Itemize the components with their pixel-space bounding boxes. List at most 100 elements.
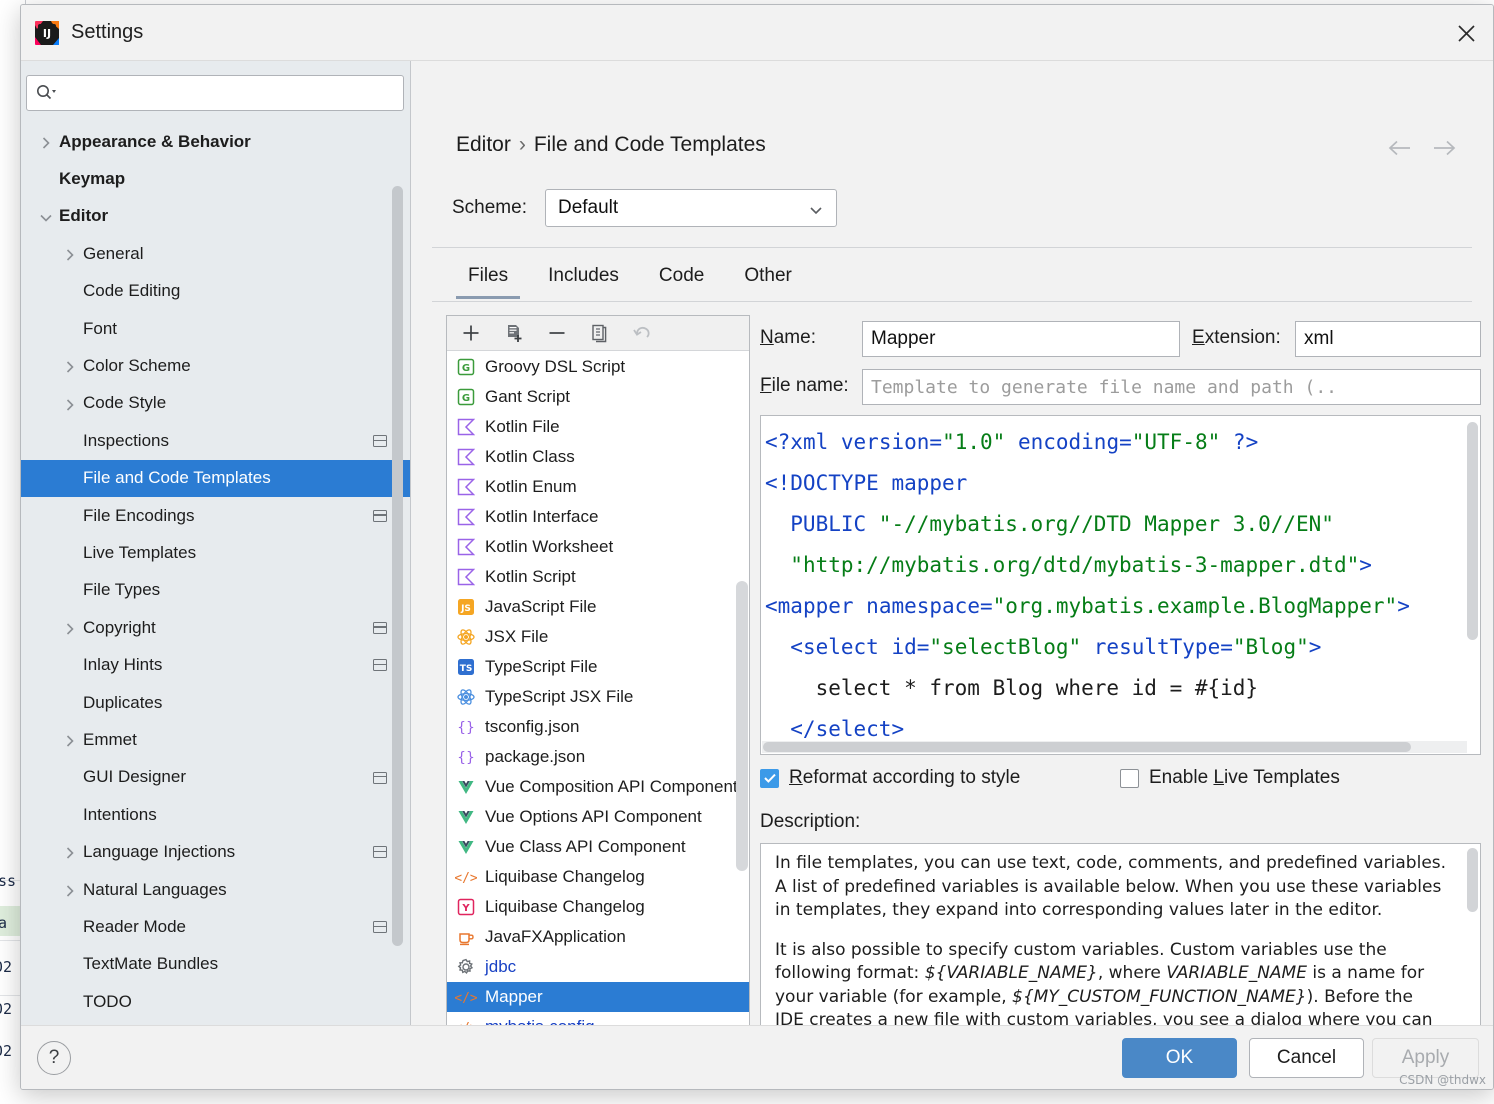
template-list-item[interactable]: Kotlin Class xyxy=(447,442,749,472)
template-list-item[interactable]: Kotlin File xyxy=(447,412,749,442)
chevron-right-icon[interactable] xyxy=(63,883,77,897)
template-list-item[interactable]: JSX File xyxy=(447,622,749,652)
project-scope-icon xyxy=(372,771,387,784)
sidebar-item-intentions[interactable]: Intentions xyxy=(21,796,410,833)
tab-code[interactable]: Code xyxy=(639,257,724,299)
sidebar-item-label: General xyxy=(83,243,144,263)
sidebar-item-file-types[interactable]: File Types xyxy=(21,572,410,609)
sidebar-item-file-encodings[interactable]: File Encodings xyxy=(21,497,410,534)
sidebar-item-natural-languages[interactable]: Natural Languages xyxy=(21,871,410,908)
description-scrollbar[interactable] xyxy=(1467,848,1478,912)
duplicate-icon[interactable] xyxy=(588,321,612,345)
sidebar-item-reader-mode[interactable]: Reader Mode xyxy=(21,908,410,945)
chevron-right-icon[interactable] xyxy=(39,135,53,149)
chevron-right-icon[interactable] xyxy=(63,397,77,411)
code-vertical-scrollbar[interactable] xyxy=(1467,422,1478,640)
remove-template-button[interactable] xyxy=(545,321,569,345)
chevron-right-icon[interactable] xyxy=(63,359,77,373)
template-list-item[interactable]: Y Liquibase Changelog xyxy=(447,892,749,922)
sidebar-scrollbar[interactable] xyxy=(392,186,403,946)
code-token: <? xyxy=(765,430,791,454)
code-horizontal-scrollbar[interactable] xyxy=(763,742,1411,752)
sidebar-item-code-style[interactable]: Code Style xyxy=(21,385,410,422)
template-list-item[interactable]: JS JavaScript File xyxy=(447,592,749,622)
sidebar-item-code-editing[interactable]: Code Editing xyxy=(21,273,410,310)
template-list-item[interactable]: jdbc xyxy=(447,952,749,982)
reformat-checkbox[interactable]: Reformat according to style xyxy=(760,767,1020,789)
create-child-template-button[interactable] xyxy=(502,321,526,345)
arrow-right-icon[interactable] xyxy=(1431,139,1457,162)
chevron-right-icon[interactable] xyxy=(63,733,77,747)
tab-other[interactable]: Other xyxy=(724,257,812,299)
search-box[interactable] xyxy=(26,75,404,111)
templates-list[interactable]: G Groovy DSL Script G Gant Script Kotlin Fil… xyxy=(447,352,749,1040)
sidebar-item-emmet[interactable]: Emmet xyxy=(21,721,410,758)
close-icon[interactable] xyxy=(1449,17,1483,49)
code-token: = xyxy=(1119,430,1132,454)
template-list-item[interactable]: Kotlin Worksheet xyxy=(447,532,749,562)
template-list-item[interactable]: Vue Composition API Component xyxy=(447,772,749,802)
extension-input[interactable] xyxy=(1295,321,1481,357)
tab-bar[interactable]: Files Includes Code Other xyxy=(448,257,812,299)
scheme-label: Scheme: xyxy=(452,197,527,218)
template-list-item[interactable]: {} tsconfig.json xyxy=(447,712,749,742)
template-list-item[interactable]: </> Liquibase Changelog xyxy=(447,862,749,892)
sidebar-item-appearance-behavior[interactable]: Appearance & Behavior xyxy=(21,123,410,160)
breadcrumb-parent[interactable]: Editor xyxy=(456,133,511,156)
sidebar-item-inlay-hints[interactable]: Inlay Hints xyxy=(21,646,410,683)
apply-button[interactable]: Apply xyxy=(1372,1038,1479,1078)
sidebar-item-inspections[interactable]: Inspections xyxy=(21,422,410,459)
template-list-item[interactable]: G Groovy DSL Script xyxy=(447,352,749,382)
sidebar-item-font[interactable]: Font xyxy=(21,310,410,347)
chevron-right-icon[interactable] xyxy=(63,247,77,261)
sidebar-item-duplicates[interactable]: Duplicates xyxy=(21,684,410,721)
template-list-item[interactable]: Vue Options API Component xyxy=(447,802,749,832)
templates-list-vertical-scrollbar[interactable] xyxy=(736,581,748,871)
template-list-item[interactable]: Kotlin Interface xyxy=(447,502,749,532)
ok-button[interactable]: OK xyxy=(1122,1038,1237,1078)
sidebar-item-file-and-code-templates[interactable]: File and Code Templates xyxy=(21,459,410,497)
sidebar-item-todo[interactable]: TODO xyxy=(21,983,410,1020)
code-token: = xyxy=(929,430,943,454)
sidebar-item-editor[interactable]: Editor xyxy=(21,198,410,235)
filename-input[interactable] xyxy=(862,369,1481,405)
tab-includes[interactable]: Includes xyxy=(528,257,639,299)
help-button[interactable]: ? xyxy=(37,1041,71,1075)
template-list-item-label: jdbc xyxy=(485,957,517,976)
tab-files[interactable]: Files xyxy=(448,257,528,299)
template-list-item[interactable]: G Gant Script xyxy=(447,382,749,412)
chevron-right-icon[interactable] xyxy=(63,621,77,635)
add-template-button[interactable] xyxy=(459,321,483,345)
template-list-item[interactable]: Vue Class API Component xyxy=(447,832,749,862)
intellij-idea-logo-icon: IJ xyxy=(33,19,61,47)
sidebar-item-general[interactable]: General xyxy=(21,235,410,272)
chevron-right-icon[interactable] xyxy=(63,845,77,859)
sidebar-item-color-scheme[interactable]: Color Scheme xyxy=(21,347,410,384)
template-list-item[interactable]: </> Mapper xyxy=(447,982,749,1012)
checkbox-checked-icon xyxy=(760,768,779,788)
template-list-item[interactable]: Kotlin Script xyxy=(447,562,749,592)
template-list-item[interactable]: {} package.json xyxy=(447,742,749,772)
template-list-item[interactable]: TS TypeScript File xyxy=(447,652,749,682)
sidebar-item-textmate-bundles[interactable]: TextMate Bundles xyxy=(21,946,410,983)
sidebar-item-label: Editor xyxy=(59,206,109,226)
sidebar-item-gui-designer[interactable]: GUI Designer xyxy=(21,759,410,796)
sidebar-item-copyright[interactable]: Copyright xyxy=(21,609,410,646)
template-list-item[interactable]: Kotlin Enum xyxy=(447,472,749,502)
scheme-dropdown[interactable]: Default xyxy=(544,189,837,227)
sidebar-item-language-injections[interactable]: Language Injections xyxy=(21,833,410,870)
template-list-item[interactable]: TypeScript JSX File xyxy=(447,682,749,712)
template-code-editor[interactable]: <?xml version="1.0" encoding="UTF-8" ?> <… xyxy=(760,415,1481,755)
cancel-button[interactable]: Cancel xyxy=(1249,1038,1364,1078)
name-input[interactable] xyxy=(862,321,1180,357)
enable-live-templates-checkbox[interactable]: Enable Live Templates xyxy=(1120,767,1340,789)
settings-tree[interactable]: Appearance & Behavior Keymap Editor General… xyxy=(21,123,410,1026)
arrow-left-icon[interactable] xyxy=(1387,139,1413,162)
chevron-down-icon[interactable] xyxy=(39,210,53,224)
extension-label-rest: xtension: xyxy=(1204,327,1281,348)
reset-icon[interactable] xyxy=(631,321,655,345)
template-list-item[interactable]: JavaFXApplication xyxy=(447,922,749,952)
search-input[interactable] xyxy=(26,75,404,111)
sidebar-item-live-templates[interactable]: Live Templates xyxy=(21,534,410,571)
sidebar-item-keymap[interactable]: Keymap xyxy=(21,160,410,197)
